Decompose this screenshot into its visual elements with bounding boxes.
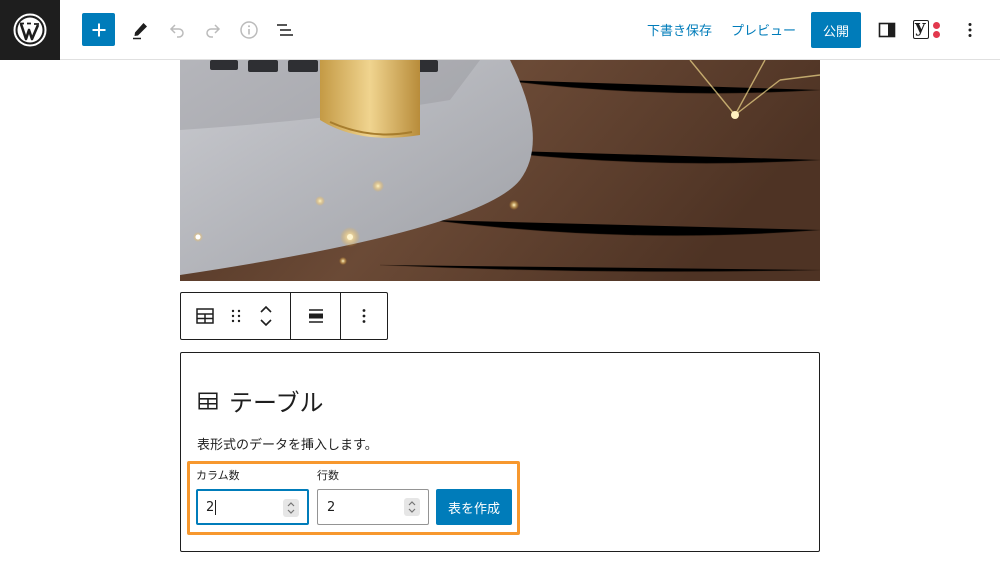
add-block-button[interactable]: [82, 13, 115, 46]
spinner-arrows-icon: [287, 502, 295, 514]
rows-spinner[interactable]: [404, 498, 420, 516]
undo-button[interactable]: [159, 12, 195, 48]
text-caret: [215, 499, 217, 515]
yoast-letter: y: [915, 16, 926, 37]
more-options-group: [341, 293, 387, 339]
chevron-up-icon[interactable]: [258, 302, 274, 316]
rows-input[interactable]: 2: [317, 489, 429, 525]
pencil-icon: [133, 23, 147, 40]
yoast-seo-button[interactable]: y: [908, 12, 944, 48]
drag-handle[interactable]: [229, 293, 243, 339]
plus-icon: [92, 23, 105, 36]
redo-icon: [206, 24, 221, 38]
chevron-down-icon[interactable]: [258, 316, 274, 330]
spinner-arrows-icon: [408, 501, 416, 513]
columns-spinner[interactable]: [283, 499, 299, 517]
list-view-button[interactable]: [267, 12, 303, 48]
block-type-button[interactable]: [181, 293, 229, 339]
placeholder-instructions: 表形式のデータを挿入します。: [197, 438, 378, 453]
details-button[interactable]: [231, 12, 267, 48]
tools-button[interactable]: [122, 12, 158, 48]
columns-input[interactable]: 2: [196, 489, 309, 525]
list-view-icon: [277, 24, 293, 36]
block-mover: [242, 293, 290, 339]
table-icon: [198, 392, 218, 409]
rows-label: 行数: [317, 469, 339, 482]
info-icon: [240, 21, 258, 39]
yoast-icon: y: [912, 16, 940, 41]
sidebar-toggle-icon: [878, 22, 896, 38]
undo-icon: [169, 24, 184, 38]
columns-label: カラム数: [196, 469, 240, 482]
redo-button[interactable]: [195, 12, 231, 48]
preview-button[interactable]: プレビュー: [731, 20, 796, 39]
more-vertical-icon: [968, 23, 972, 37]
table-icon: [196, 308, 214, 324]
settings-sidebar-toggle[interactable]: [869, 12, 905, 48]
placeholder-title: テーブル: [229, 389, 324, 417]
publish-button[interactable]: 公開: [811, 12, 861, 48]
block-switcher-group: [181, 293, 291, 339]
wordpress-logo-icon: [13, 13, 47, 47]
save-draft-button[interactable]: 下書き保存: [647, 20, 712, 39]
placeholder-label: テーブル: [197, 383, 324, 418]
wordpress-logo-button[interactable]: [0, 0, 60, 60]
drag-handle-icon: [231, 309, 240, 323]
columns-value: 2: [206, 499, 215, 515]
align-button[interactable]: [292, 293, 340, 339]
create-table-button[interactable]: 表を作成: [436, 489, 512, 525]
more-vertical-icon: [362, 309, 366, 323]
featured-image: [180, 60, 820, 281]
block-toolbar: [180, 292, 388, 340]
options-button[interactable]: [952, 12, 988, 48]
rows-value: 2: [327, 499, 336, 515]
align-icon: [308, 309, 323, 323]
editor-header: 下書き保存 プレビュー 公開 y: [0, 0, 1000, 60]
align-group: [291, 293, 341, 339]
block-options-button[interactable]: [341, 293, 387, 339]
